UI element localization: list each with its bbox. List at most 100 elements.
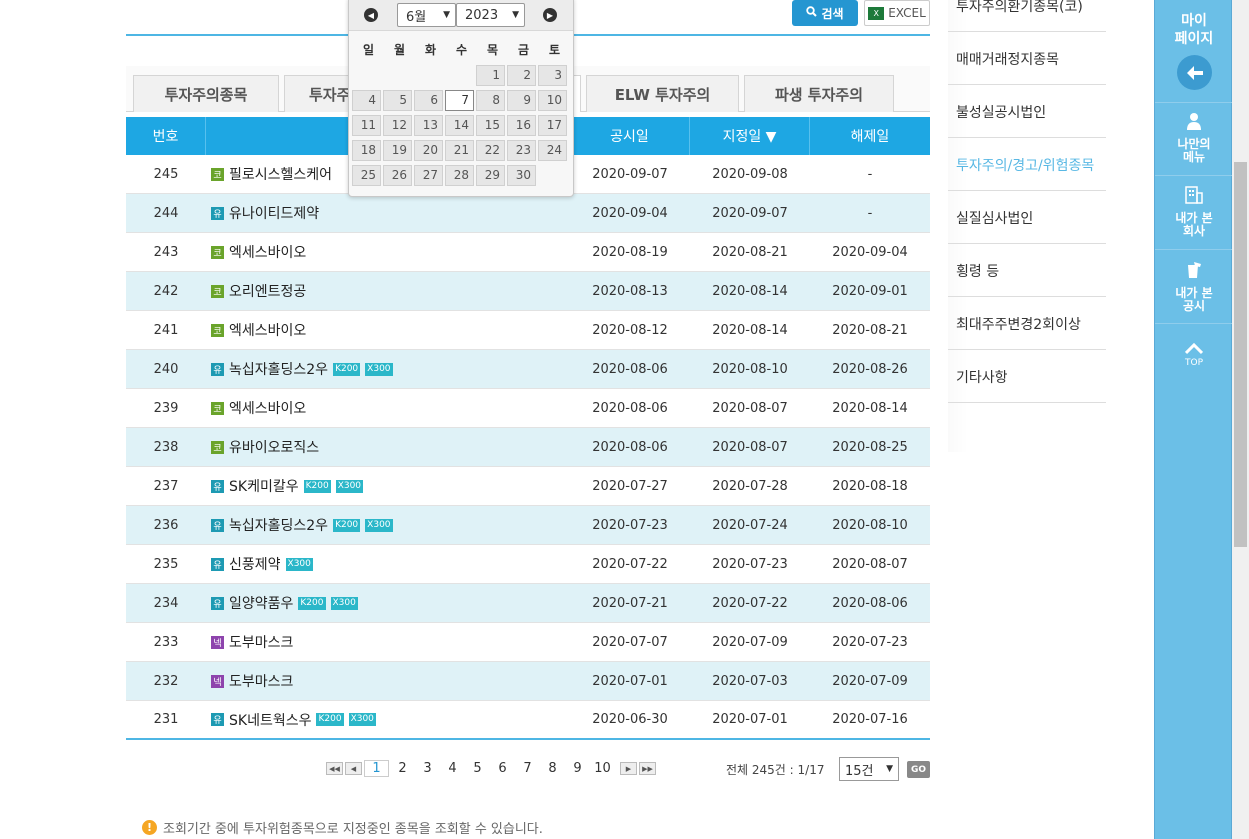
next-page-icon[interactable]: ▶ — [620, 762, 637, 775]
page-link[interactable]: 7 — [515, 761, 540, 776]
company-name-link[interactable]: 유나이티드제약 — [229, 203, 319, 223]
page-link[interactable]: 8 — [540, 761, 565, 776]
calendar-day[interactable]: 25 — [352, 165, 381, 186]
calendar-day[interactable]: 24 — [538, 140, 567, 161]
prev-page-icon[interactable]: ◀ — [345, 762, 362, 775]
calendar-day[interactable]: 29 — [476, 165, 505, 186]
market-badge: 유 — [211, 557, 224, 571]
calendar-day[interactable]: 28 — [445, 165, 474, 186]
market-badge: 코 — [211, 284, 224, 298]
designated-date: 2020-07-24 — [712, 517, 788, 533]
page-link[interactable]: 6 — [490, 761, 515, 776]
right-menu-item[interactable]: 횡령 등 — [956, 261, 1106, 281]
calendar-day[interactable]: 11 — [352, 115, 381, 136]
company-name-link[interactable]: 녹십자홀딩스2우 — [229, 515, 328, 535]
company-name-link[interactable]: 도부마스크 — [229, 632, 293, 652]
calendar-day[interactable]: 5 — [383, 90, 412, 111]
table-row: 234 유 일양약품우 K200 X300 2020-07-21 2020-07-22 202… — [126, 584, 930, 623]
calendar-day[interactable]: 14 — [445, 115, 474, 136]
calendar-day[interactable]: 12 — [383, 115, 412, 136]
company-name-link[interactable]: 일양약품우 — [229, 593, 293, 613]
page-link[interactable]: 1 — [364, 760, 389, 777]
calendar-day[interactable]: 1 — [476, 65, 505, 86]
divider — [1155, 175, 1233, 176]
page-link[interactable]: 2 — [390, 761, 415, 776]
col-published: 공시일 — [570, 117, 690, 155]
viewed-disclosures-button[interactable]: 내가 본 공시 — [1155, 261, 1233, 313]
search-button[interactable]: 검색 — [792, 0, 858, 26]
company-name-link[interactable]: 녹십자홀딩스2우 — [229, 359, 328, 379]
per-page-select[interactable]: 15건 ▼ — [839, 757, 899, 781]
company-name-link[interactable]: SK네트웍스우 — [229, 710, 311, 730]
calendar-day[interactable]: 4 — [352, 90, 381, 111]
calendar-day[interactable]: 16 — [507, 115, 536, 136]
calendar-day[interactable]: 6 — [414, 90, 443, 111]
col-designated[interactable]: 지정일 ▼ — [690, 117, 810, 155]
company-name-link[interactable]: 오리엔트정공 — [229, 281, 306, 301]
first-page-icon[interactable]: ◀◀ — [326, 762, 343, 775]
right-menu-item[interactable]: 투자주의환기종목(코) — [956, 0, 1106, 16]
calendar-day[interactable]: 3 — [538, 65, 567, 86]
calendar-day[interactable]: 13 — [414, 115, 443, 136]
right-menu-item[interactable]: 투자주의/경고/위험종목 — [956, 155, 1106, 175]
calendar-day[interactable]: 10 — [538, 90, 567, 111]
company-name-link[interactable]: 유바이오로직스 — [229, 437, 319, 457]
calendar-day[interactable]: 18 — [352, 140, 381, 161]
tab-investment-caution[interactable]: 투자주의종목 — [133, 75, 279, 112]
calendar-day[interactable]: 20 — [414, 140, 443, 161]
company-name-link[interactable]: 엑세스바이오 — [229, 320, 306, 340]
go-button[interactable]: GO — [907, 761, 930, 778]
tab-derivatives-caution[interactable]: 파생 투자주의 — [744, 75, 894, 112]
company-name-link[interactable]: 도부마스크 — [229, 671, 293, 691]
row-number: 233 — [153, 634, 179, 650]
scroll-top-button[interactable]: TOP — [1155, 342, 1233, 368]
company-name-link[interactable]: 엑세스바이오 — [229, 242, 306, 262]
right-menu-item[interactable]: 실질심사법인 — [956, 208, 1106, 228]
calendar-day[interactable]: 30 — [507, 165, 536, 186]
calendar-day[interactable]: 8 — [476, 90, 505, 111]
year-select[interactable]: 2023 ▼ — [456, 3, 525, 27]
row-number: 234 — [153, 595, 179, 611]
calendar-day[interactable]: 17 — [538, 115, 567, 136]
calendar-day[interactable]: 23 — [507, 140, 536, 161]
published-date: 2020-08-06 — [592, 361, 668, 377]
page-link[interactable]: 9 — [565, 761, 590, 776]
company-name-link[interactable]: 엑세스바이오 — [229, 398, 306, 418]
excel-button[interactable]: X EXCEL — [864, 0, 930, 26]
my-menu-button[interactable]: 나만의 메뉴 — [1155, 112, 1233, 164]
calendar-day[interactable]: 7 — [445, 90, 474, 111]
company-cell: 코 오리엔트정공 — [206, 272, 570, 310]
tab-elw-caution[interactable]: ELW 투자주의 — [586, 75, 739, 112]
viewed-companies-button[interactable]: 내가 본 회사 — [1155, 186, 1233, 238]
right-menu-item[interactable]: 불성실공시법인 — [956, 102, 1106, 122]
right-menu-item[interactable]: 기타사항 — [956, 367, 1106, 387]
company-name-link[interactable]: 필로시스헬스케어 — [229, 164, 332, 184]
calendar-day[interactable]: 21 — [445, 140, 474, 161]
calendar-day[interactable]: 27 — [414, 165, 443, 186]
scrollbar-thumb[interactable] — [1234, 162, 1247, 547]
calendar-day[interactable]: 19 — [383, 140, 412, 161]
company-name-link[interactable]: 신풍제약 — [229, 554, 281, 574]
calendar-day[interactable]: 26 — [383, 165, 412, 186]
calendar-day[interactable]: 22 — [476, 140, 505, 161]
page-link[interactable]: 3 — [415, 761, 440, 776]
day-of-week: 토 — [548, 43, 561, 57]
scrollbar[interactable] — [1232, 0, 1249, 839]
month-select[interactable]: 6월 ▼ — [397, 3, 456, 27]
arrow-left-icon[interactable] — [1177, 55, 1212, 90]
index-badge: X300 — [348, 713, 376, 726]
last-page-icon[interactable]: ▶▶ — [639, 762, 656, 775]
next-month-icon[interactable]: ▶ — [543, 8, 557, 22]
right-menu-item[interactable]: 매매거래정지종목 — [956, 49, 1106, 69]
calendar-day[interactable]: 15 — [476, 115, 505, 136]
page-link[interactable]: 4 — [440, 761, 465, 776]
calendar-day[interactable]: 2 — [507, 65, 536, 86]
company-name-link[interactable]: SK케미칼우 — [229, 476, 299, 496]
published-date: 2020-07-23 — [592, 517, 668, 533]
calendar-day[interactable]: 9 — [507, 90, 536, 111]
right-menu-item[interactable]: 최대주주변경2회이상 — [956, 314, 1106, 334]
prev-month-icon[interactable]: ◀ — [364, 8, 378, 22]
page-link[interactable]: 10 — [590, 761, 615, 776]
page-link[interactable]: 5 — [465, 761, 490, 776]
table-row: 238 코 유바이오로직스 2020-08-06 2020-08-07 2020-08-2… — [126, 428, 930, 467]
